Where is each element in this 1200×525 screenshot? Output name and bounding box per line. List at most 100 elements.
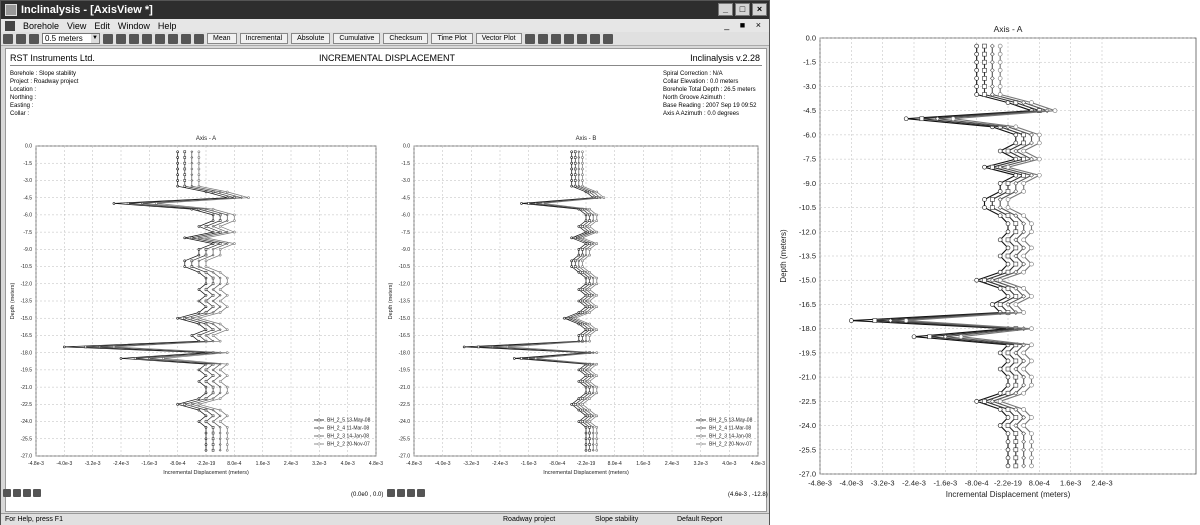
interval-select[interactable]: 0.5 meters ▼ bbox=[42, 33, 100, 44]
data-point bbox=[974, 76, 979, 81]
data-point bbox=[974, 84, 979, 89]
print-preview-icon[interactable] bbox=[116, 33, 126, 44]
data-point bbox=[581, 184, 584, 188]
grid-icon[interactable] bbox=[181, 33, 191, 44]
report-icon[interactable] bbox=[602, 33, 613, 44]
data-point bbox=[218, 322, 222, 326]
tool-icon[interactable] bbox=[155, 33, 165, 44]
axis-a-chart[interactable]: Axis - A -4.8e-3 -4.0e-3 -3.2e-3 -2.4e-3 -1.6… bbox=[6, 121, 384, 489]
minimize-button[interactable]: _ bbox=[718, 3, 733, 16]
data-point bbox=[570, 265, 573, 268]
data-point bbox=[588, 448, 591, 452]
reset-icon[interactable] bbox=[33, 489, 41, 497]
menu-borehole[interactable]: Borehole bbox=[23, 21, 59, 31]
image-icon[interactable] bbox=[168, 33, 178, 44]
data-point bbox=[581, 161, 584, 165]
zoom-out-icon[interactable] bbox=[13, 489, 21, 497]
data-point bbox=[570, 179, 573, 182]
cumulative-button[interactable]: Cumulative bbox=[333, 33, 381, 44]
zoom-in-icon[interactable] bbox=[3, 489, 11, 497]
maximize-button[interactable]: □ bbox=[735, 3, 750, 16]
layout-icon[interactable] bbox=[589, 33, 600, 44]
legend-icon[interactable] bbox=[576, 33, 587, 44]
data-point bbox=[211, 293, 215, 297]
data-point bbox=[218, 230, 222, 234]
pan-icon[interactable] bbox=[23, 489, 31, 497]
incremental-button[interactable]: Incremental bbox=[239, 33, 289, 44]
data-point bbox=[225, 448, 229, 452]
axis-a-chart-enlarged[interactable]: Axis - A -4.8e-3 -4.0e-3 -3.2e-3 -2.4e-3 -1.6… bbox=[776, 0, 1200, 525]
data-point bbox=[1013, 463, 1019, 469]
menu-view[interactable]: View bbox=[67, 21, 86, 31]
save-icon[interactable] bbox=[29, 33, 39, 44]
new-icon[interactable] bbox=[3, 33, 13, 44]
reset-icon[interactable] bbox=[417, 489, 425, 497]
data-point bbox=[204, 385, 208, 389]
mdi-window-buttons[interactable]: _ ■ × bbox=[724, 20, 765, 30]
data-point bbox=[997, 189, 1003, 194]
export-icon[interactable] bbox=[194, 33, 204, 44]
menu-window[interactable]: Window bbox=[118, 21, 150, 31]
data-point bbox=[584, 420, 588, 423]
data-point bbox=[225, 351, 229, 354]
data-point bbox=[204, 305, 208, 309]
axis-b-chart[interactable]: Axis - B -4.8e-3 -4.0e-3 -3.2e-3 -2.4e-3 -1.6… bbox=[384, 121, 766, 489]
zoom-in-icon[interactable] bbox=[387, 489, 395, 497]
print-icon[interactable] bbox=[103, 33, 113, 44]
y-tick-label: -18.0 bbox=[21, 350, 33, 356]
mean-button[interactable]: Mean bbox=[207, 33, 237, 44]
data-point bbox=[183, 161, 187, 165]
data-point bbox=[982, 76, 987, 81]
data-point bbox=[1021, 253, 1026, 259]
menu-edit[interactable]: Edit bbox=[94, 21, 110, 31]
data-point bbox=[1037, 140, 1042, 146]
zoom-out-icon[interactable] bbox=[397, 489, 405, 497]
close-button[interactable]: × bbox=[752, 3, 767, 16]
data-point bbox=[584, 328, 588, 332]
data-point bbox=[581, 299, 584, 303]
x-tick-label: -3.2e-3 bbox=[463, 461, 479, 467]
data-point bbox=[584, 230, 588, 234]
data-point bbox=[176, 156, 179, 159]
chevron-down-icon[interactable]: ▼ bbox=[91, 34, 99, 43]
data-point bbox=[225, 305, 229, 309]
data-point bbox=[591, 448, 595, 452]
data-point bbox=[1029, 100, 1034, 105]
data-point bbox=[997, 277, 1003, 283]
x-tick-label: -4.0e-3 bbox=[435, 461, 451, 467]
data-point bbox=[211, 322, 215, 326]
vector-plot-button[interactable]: Vector Plot bbox=[475, 33, 522, 44]
data-point bbox=[849, 318, 854, 323]
data-point bbox=[197, 265, 201, 268]
table-icon[interactable] bbox=[537, 33, 548, 44]
data-point bbox=[588, 207, 591, 211]
data-point bbox=[584, 414, 588, 418]
settings-icon[interactable] bbox=[129, 33, 139, 44]
data-point bbox=[197, 403, 201, 406]
data-point bbox=[570, 156, 573, 159]
data-point bbox=[982, 67, 987, 73]
data-point bbox=[595, 431, 599, 435]
checksum-button[interactable]: Checksum bbox=[383, 33, 429, 44]
zoom-icon[interactable] bbox=[524, 33, 535, 44]
filter-icon[interactable] bbox=[142, 33, 152, 44]
data-point bbox=[183, 316, 187, 320]
status-borehole: Slope stability bbox=[595, 516, 639, 523]
copy-icon[interactable] bbox=[563, 33, 574, 44]
x-tick-label: -2.4e-3 bbox=[113, 461, 129, 467]
y-tick-label: -3.0 bbox=[803, 82, 816, 91]
pan-icon[interactable] bbox=[407, 489, 415, 497]
y-tick-label: -27.0 bbox=[21, 454, 33, 460]
data-point bbox=[1021, 269, 1026, 275]
absolute-button[interactable]: Absolute bbox=[291, 33, 331, 44]
data-point bbox=[573, 316, 577, 320]
data-point bbox=[595, 362, 599, 366]
y-tick-label: -6.0 bbox=[23, 213, 32, 219]
data-point bbox=[211, 431, 215, 435]
data-point bbox=[595, 391, 599, 395]
data-point bbox=[211, 190, 215, 194]
time-plot-button[interactable]: Time Plot bbox=[431, 33, 473, 44]
open-icon[interactable] bbox=[16, 33, 26, 44]
menu-help[interactable]: Help bbox=[158, 21, 177, 31]
chart-icon[interactable] bbox=[550, 33, 561, 44]
